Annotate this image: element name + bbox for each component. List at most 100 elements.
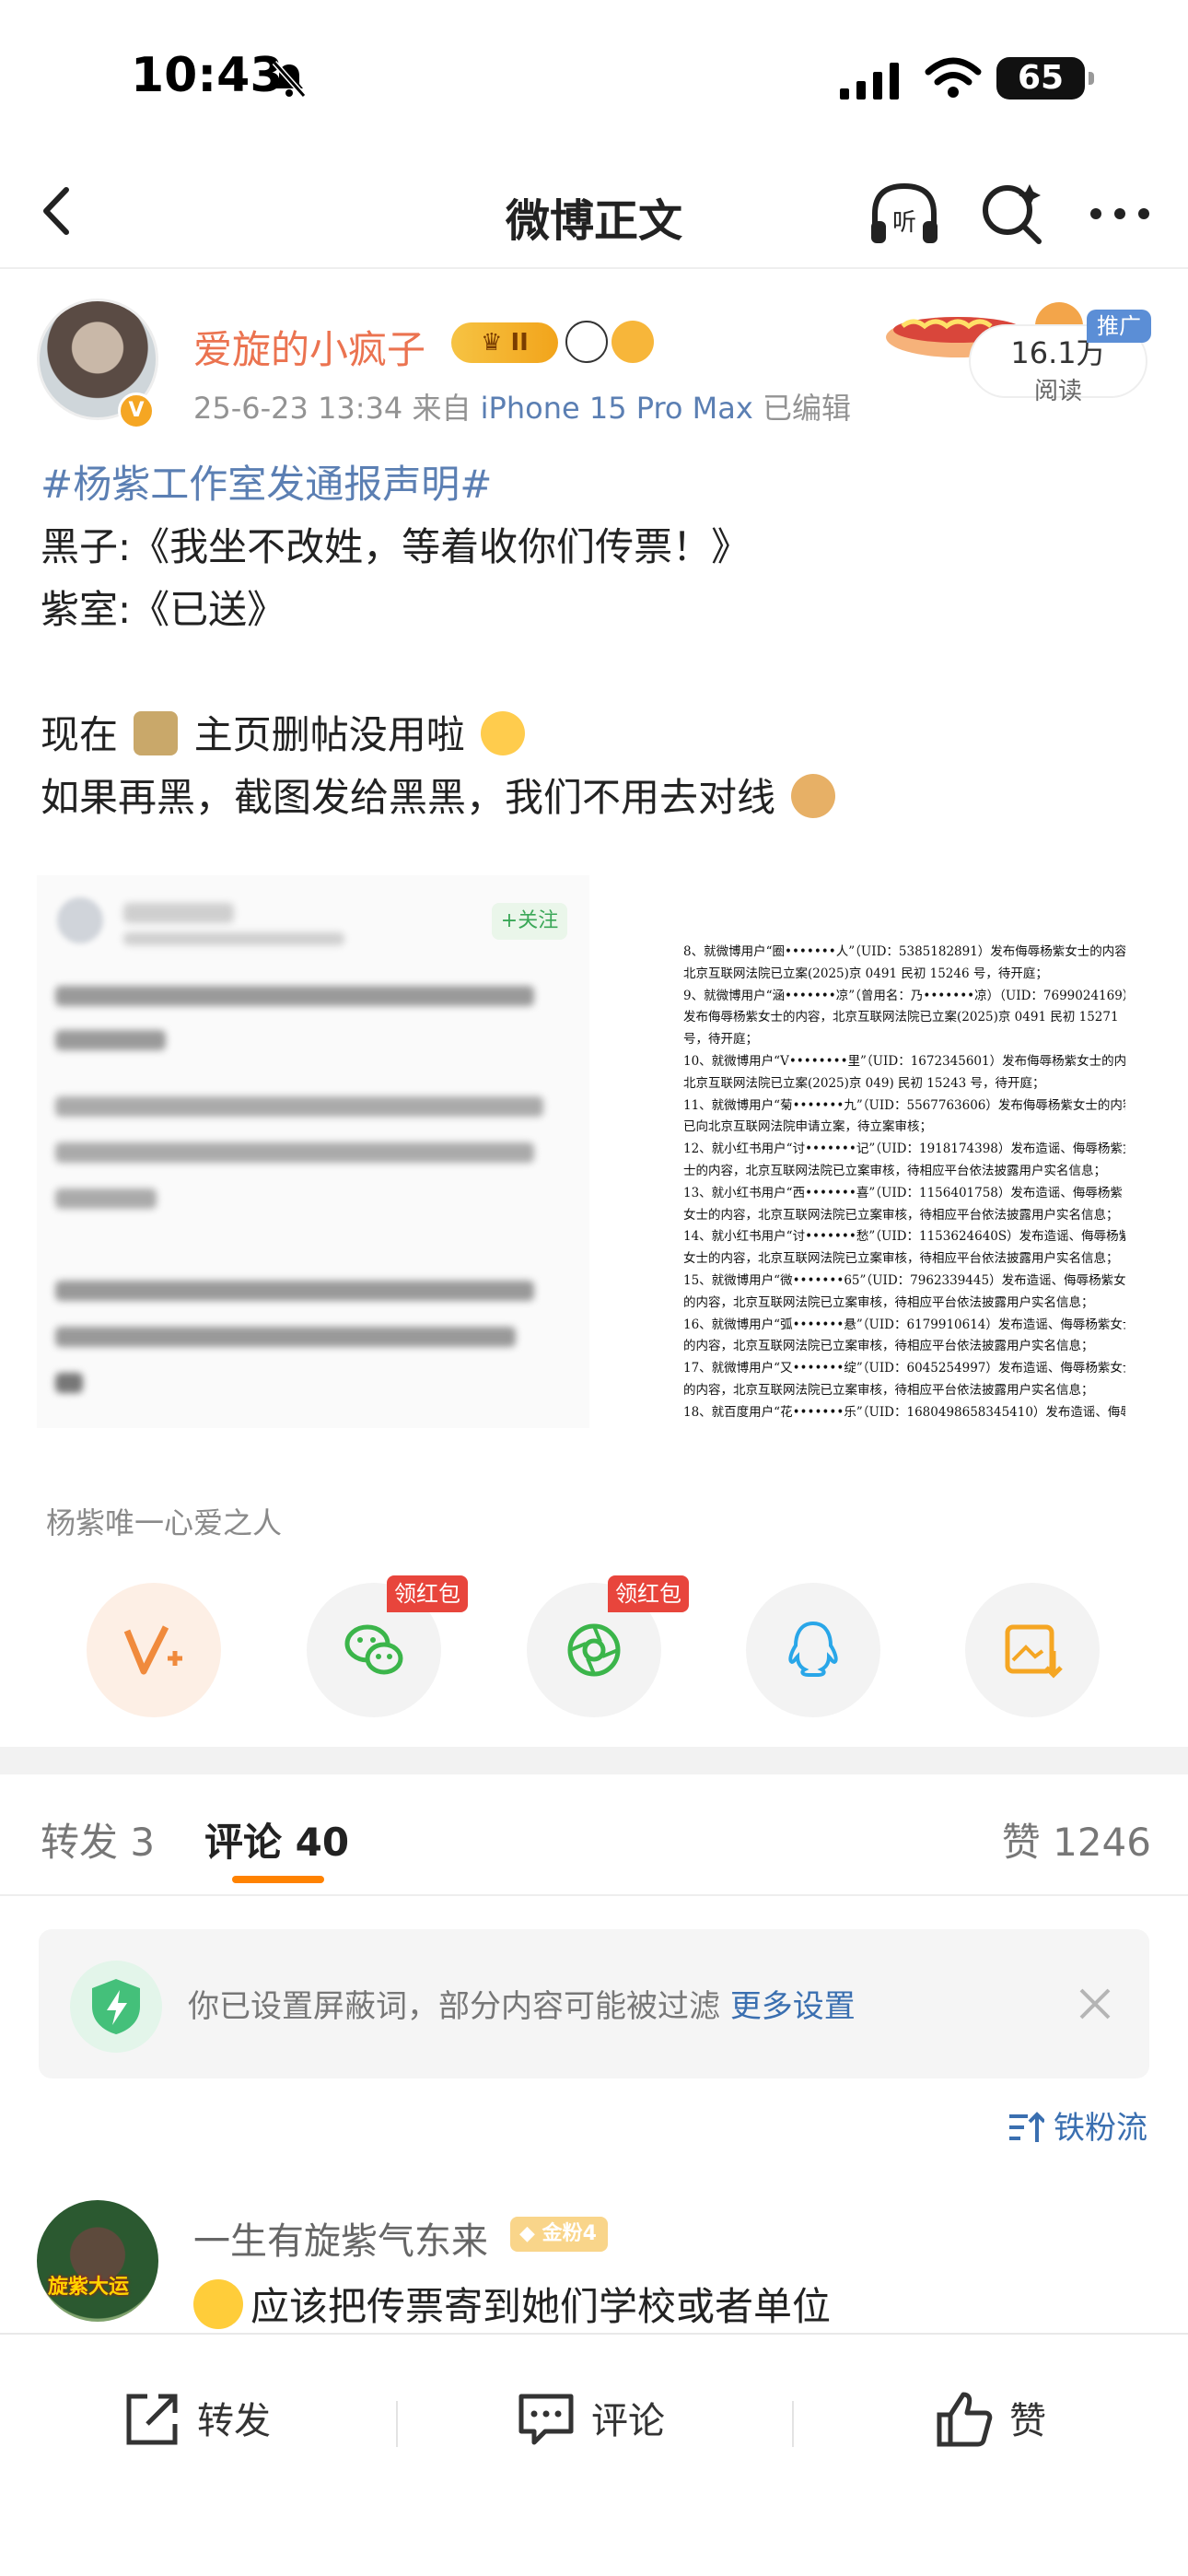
commenter-name[interactable]: 一生有旋紫气东来 (193, 2211, 488, 2265)
notice-message: 你已设置屏蔽词，部分内容可能被过滤 (188, 1988, 720, 2025)
more-settings-link[interactable]: 更多设置 (730, 1988, 856, 2025)
moments-icon (567, 1623, 621, 1677)
document-line: 已向北京互联网法院申请立案，待立案审核； (683, 1119, 932, 1135)
document-line: 女士的内容，北京互联网法院已立案审核，待相应平台依法披露用户实名信息； (683, 1251, 1119, 1267)
redpack-tag-2: 领红包 (608, 1575, 689, 1612)
document-line: 18、就百度用户“花•••••••乐”（UID：1680498658345410… (683, 1404, 1125, 1420)
battery-indicator: 65 (996, 57, 1094, 100)
share-row: 领红包 领红包 (0, 1575, 1188, 1717)
document-line: 号，待开庭； (683, 1032, 758, 1048)
document-line: 12、就小红书用户“讨•••••••记”（UID：1918174398）发布造谣… (683, 1142, 1125, 1157)
blurred-avatar (57, 897, 103, 943)
like-label: 赞 (1009, 2400, 1046, 2442)
status-time: 10:43 (131, 48, 284, 103)
action-divider-2 (792, 2401, 794, 2447)
qq-icon (788, 1621, 838, 1677)
fan-badge: ◆ 金粉4 (510, 2217, 608, 2252)
document-line: 北京互联网法院已立案(2025)京 0491 民初 15246 号，待开庭； (683, 966, 1048, 981)
repost-button[interactable]: 转发 (120, 2384, 271, 2458)
active-tab-indicator (232, 1876, 324, 1883)
panda-badge-icon (565, 321, 608, 363)
tab-repost[interactable]: 转发 3 (41, 1811, 155, 1868)
bottom-action-bar: 转发 评论 赞 (0, 2333, 1188, 2576)
source-device[interactable]: iPhone 15 Pro Max (481, 391, 753, 426)
post-line-4-text: 如果再黑，截图发给黑黑，我们不用去对线 (41, 775, 776, 820)
shield-icon (70, 1961, 162, 2053)
section-divider (0, 1747, 1188, 1774)
post-image-2[interactable]: 8、就微博用户“圈•••••••人”（UID：5385182891）发布侮辱杨紫… (599, 875, 1151, 1428)
image-caption: 杨紫唯一心爱之人 (46, 1505, 283, 1540)
document-line: 11、就微博用户“菊•••••••九”（UID：5567763606）发布侮辱杨… (683, 1097, 1125, 1113)
more-icon[interactable] (1083, 179, 1157, 249)
post-line-2: 紫室:《已送》 (41, 587, 286, 632)
repost-icon (126, 2394, 178, 2445)
document-line: 15、就微博用户“微•••••••65”（UID：7962339445）发布造谣… (683, 1272, 1125, 1288)
search-icon[interactable] (976, 179, 1046, 249)
thinking-emoji-icon (481, 711, 526, 755)
post-hashtag[interactable]: #杨紫工作室发通报声明# (41, 453, 1146, 516)
comment-icon (518, 2394, 574, 2445)
post-line-3a: 现在 (41, 712, 119, 757)
pufferfish-badge-icon (611, 321, 654, 363)
lock-emoji-icon (134, 711, 179, 755)
laughing-emoji-icon (193, 2279, 243, 2329)
post-author-header: V 爱旋的小疯子 ♛ II 25-6-23 13:34 来自 iPhone 15… (0, 276, 1188, 433)
cellular-signal-icon (840, 63, 899, 100)
comment-button[interactable]: 评论 (514, 2384, 665, 2458)
document-line: 的内容，北京互联网法院已立案审核，待相应平台依法披露用户实名信息； (683, 1294, 1094, 1310)
bell-off-icon (272, 61, 307, 98)
level-badge: ♛ II (451, 322, 558, 363)
document-line: 北京互联网法院已立案(2025)京 049) 民初 15243 号，待开庭； (683, 1075, 1045, 1091)
save-image-button[interactable] (965, 1583, 1100, 1717)
doge-emoji-icon (791, 774, 836, 818)
action-divider-1 (396, 2401, 398, 2447)
nav-bar: 微博正文 听 (0, 157, 1188, 269)
close-icon[interactable] (1074, 1983, 1116, 2025)
comment-item: 旋紫大运 一生有旋紫气东来 ◆ 金粉4 应该把传票寄到她们学校或者单位 (0, 2184, 1188, 2331)
fan-badge-text: 金粉4 (542, 2222, 597, 2245)
thumbs-up-icon (937, 2392, 993, 2447)
post-content: #杨紫工作室发通报声明# 黑子:《我坐不改姓，等着收你们传票！》 紫室:《已送》… (41, 453, 1146, 829)
follow-tag: +关注 (492, 903, 567, 940)
wechat-icon (344, 1624, 403, 1675)
read-count-label: 阅读 (1033, 378, 1082, 405)
commenter-avatar-text: 旋紫大运 (48, 2276, 130, 2299)
sort-label: 铁粉流 (1054, 2110, 1147, 2147)
post-line-3: 现在 主页删帖没用啦 (41, 704, 1146, 767)
sort-icon (1009, 2112, 1046, 2142)
commenter-avatar[interactable] (37, 2200, 158, 2322)
comment-label: 评论 (591, 2400, 665, 2442)
document-line: 13、就小红书用户“西•••••••喜”（UID：1156401758）发布造谣… (683, 1185, 1123, 1200)
comment-text: 应该把传票寄到她们学校或者单位 (193, 2276, 831, 2331)
svg-text:听: 听 (892, 209, 916, 237)
promo-tag: 推广 (1087, 310, 1151, 343)
document-line: 8、就微博用户“圈•••••••人”（UID：5385182891）发布侮辱杨紫… (683, 944, 1125, 959)
filter-notice: 你已设置屏蔽词，部分内容可能被过滤 更多设置 (39, 1929, 1149, 2078)
post-timestamp: 25-6-23 13:34 (193, 391, 403, 426)
document-line: 14、就小红书用户“讨•••••••愁”（UID：1153624640S）发布造… (683, 1229, 1125, 1245)
document-line: 10、就微博用户“V••••••••里”（UID：1672345601）发布侮辱… (683, 1053, 1125, 1069)
like-button[interactable]: 赞 (932, 2384, 1046, 2458)
post-line-1: 黑子:《我坐不改姓，等着收你们传票！》 (41, 524, 751, 569)
vplus-icon (123, 1625, 182, 1675)
interaction-tabs: 转发 3 评论 40 赞 1246 (0, 1774, 1188, 1896)
document-line: 9、就微博用户“涵•••••••凉”（曾用名：乃•••••••凉）（UID：76… (683, 988, 1125, 1003)
share-weibo-button[interactable] (87, 1583, 221, 1717)
document-text: 8、就微博用户“圈•••••••人”（UID：5385182891）发布侮辱杨紫… (683, 942, 1125, 1424)
comment-body: 应该把传票寄到她们学校或者单位 (250, 2284, 832, 2329)
sort-toggle[interactable]: 铁粉流 (1007, 2102, 1147, 2148)
post-image-1[interactable]: +关注 (37, 875, 589, 1428)
author-name[interactable]: 爱旋的小疯子 (193, 319, 425, 375)
level-text: II (510, 329, 529, 357)
document-line: 的内容，北京互联网法院已立案审核，待相应平台依法披露用户实名信息； (683, 1339, 1094, 1354)
edited-label: 已编辑 (762, 391, 851, 426)
share-qq-button[interactable] (746, 1583, 880, 1717)
post-line-4: 如果再黑，截图发给黑黑，我们不用去对线 (41, 767, 1146, 829)
tab-comment[interactable]: 评论 40 (204, 1811, 349, 1868)
listen-icon[interactable]: 听 (866, 177, 943, 254)
repost-label: 转发 (197, 2400, 271, 2442)
save-image-icon (1005, 1624, 1063, 1679)
source-prefix: 来自 (412, 391, 472, 426)
document-line: 的内容，北京互联网法院已立案审核，待相应平台依法披露用户实名信息； (683, 1382, 1094, 1398)
tab-like[interactable]: 赞 1246 (1002, 1811, 1151, 1868)
